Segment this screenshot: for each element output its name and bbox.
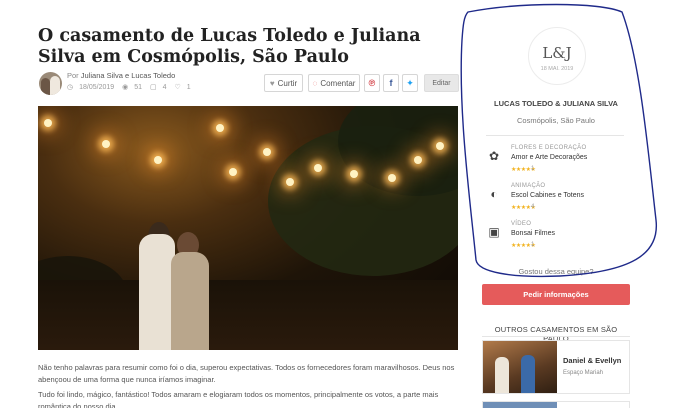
comment-icon: ▢: [149, 84, 157, 91]
calendar-icon: ◷: [67, 84, 74, 91]
twitter-icon: ✦: [406, 77, 414, 88]
article-meta: Por Juliana Silva e Lucas Toledo ◷ 18/05/…: [39, 70, 264, 96]
vendor-item[interactable]: ◐ ANIMAÇÃO Escol Cabines e Totens ★★★★★ …: [486, 183, 626, 215]
other-wedding-couple[interactable]: Daniel & Evellyn: [563, 356, 621, 365]
vendor-review-count: 4: [531, 204, 535, 210]
article-body: Não tenho palavras para resumir como foi…: [38, 362, 458, 408]
byline-prefix: Por: [67, 71, 79, 80]
couple-monogram: L&J 18 MAI. 2019: [528, 27, 586, 85]
vendor-category: ANIMAÇÃO: [511, 183, 546, 189]
like-label: Curtir: [277, 78, 298, 88]
vendor-review-count: 1: [531, 166, 535, 172]
vendor-review-count: 1: [531, 242, 535, 248]
other-wedding-card[interactable]: Daniel & Evellyn Espaço Mariah: [482, 340, 630, 394]
comment-icon: ◌: [312, 78, 318, 88]
team-feedback-question: Gostou dessa equipe?: [518, 267, 594, 276]
like-count: 1: [186, 84, 191, 91]
wedding-date: 18 MAI. 2019: [540, 66, 574, 72]
divider: [482, 336, 630, 337]
pinterest-share-button[interactable]: ℗: [364, 74, 380, 92]
wedding-photo[interactable]: [38, 106, 458, 350]
couple-names: LUCAS TOLEDO & JULIANA SILVA: [494, 99, 618, 108]
article-date: 18/05/2019: [79, 84, 115, 91]
edit-button[interactable]: Editar: [424, 74, 459, 92]
facebook-icon: f: [389, 78, 393, 88]
other-wedding-thumbnail[interactable]: [483, 402, 557, 408]
comment-label: Comentar: [320, 78, 356, 88]
vendor-name[interactable]: Amor e Arte Decorações: [511, 154, 587, 161]
divider: [486, 135, 624, 136]
author-link[interactable]: Juliana Silva e Lucas Toledo: [81, 71, 176, 80]
mask-icon: ◐: [490, 187, 498, 201]
vendor-category: FLORES E DECORAÇÃO: [511, 145, 587, 151]
heart-icon: ♥: [269, 78, 275, 88]
vendor-item[interactable]: ▣ VÍDEO Bonsai Filmes ★★★★★ 1: [486, 221, 626, 253]
vendor-name[interactable]: Escol Cabines e Totens: [511, 192, 584, 199]
other-wedding-thumbnail[interactable]: [483, 341, 557, 393]
video-camera-icon: ▣: [488, 225, 500, 239]
facebook-share-button[interactable]: f: [383, 74, 399, 92]
twitter-share-button[interactable]: ✦: [402, 74, 418, 92]
other-wedding-venue: Espaço Mariah: [563, 370, 604, 376]
flower-icon: ✿: [488, 149, 500, 163]
view-count: 51: [134, 84, 143, 91]
article-paragraph: Tudo foi lindo, mágico, fantástico! Todo…: [38, 390, 439, 408]
other-wedding-card[interactable]: [482, 401, 630, 408]
vendor-item[interactable]: ✿ FLORES E DECORAÇÃO Amor e Arte Decoraç…: [486, 145, 626, 177]
vendor-category: VÍDEO: [511, 221, 532, 227]
wedding-location: Cosmópolis, São Paulo: [517, 116, 595, 125]
article-paragraph: Não tenho palavras para resumir como foi…: [38, 363, 455, 384]
vendor-name[interactable]: Bonsai Filmes: [511, 230, 555, 237]
comment-button[interactable]: ◌ Comentar: [308, 74, 360, 92]
monogram-initials: L&J: [542, 44, 572, 62]
eye-icon: ◉: [122, 84, 129, 91]
byline: Por Juliana Silva e Lucas Toledo: [67, 71, 175, 80]
pinterest-icon: ℗: [368, 78, 376, 88]
like-button[interactable]: ♥ Curtir: [264, 74, 303, 92]
comment-count: 4: [162, 84, 167, 91]
heart-icon: ♡: [174, 84, 181, 91]
article-stats: ◷ 18/05/2019 ◉ 51 ▢ 4 ♡ 1: [67, 83, 197, 91]
avatar[interactable]: [39, 72, 62, 95]
request-info-button[interactable]: Pedir informações: [482, 284, 630, 305]
page-title: O casamento de Lucas Toledo e Juliana Si…: [38, 26, 421, 67]
